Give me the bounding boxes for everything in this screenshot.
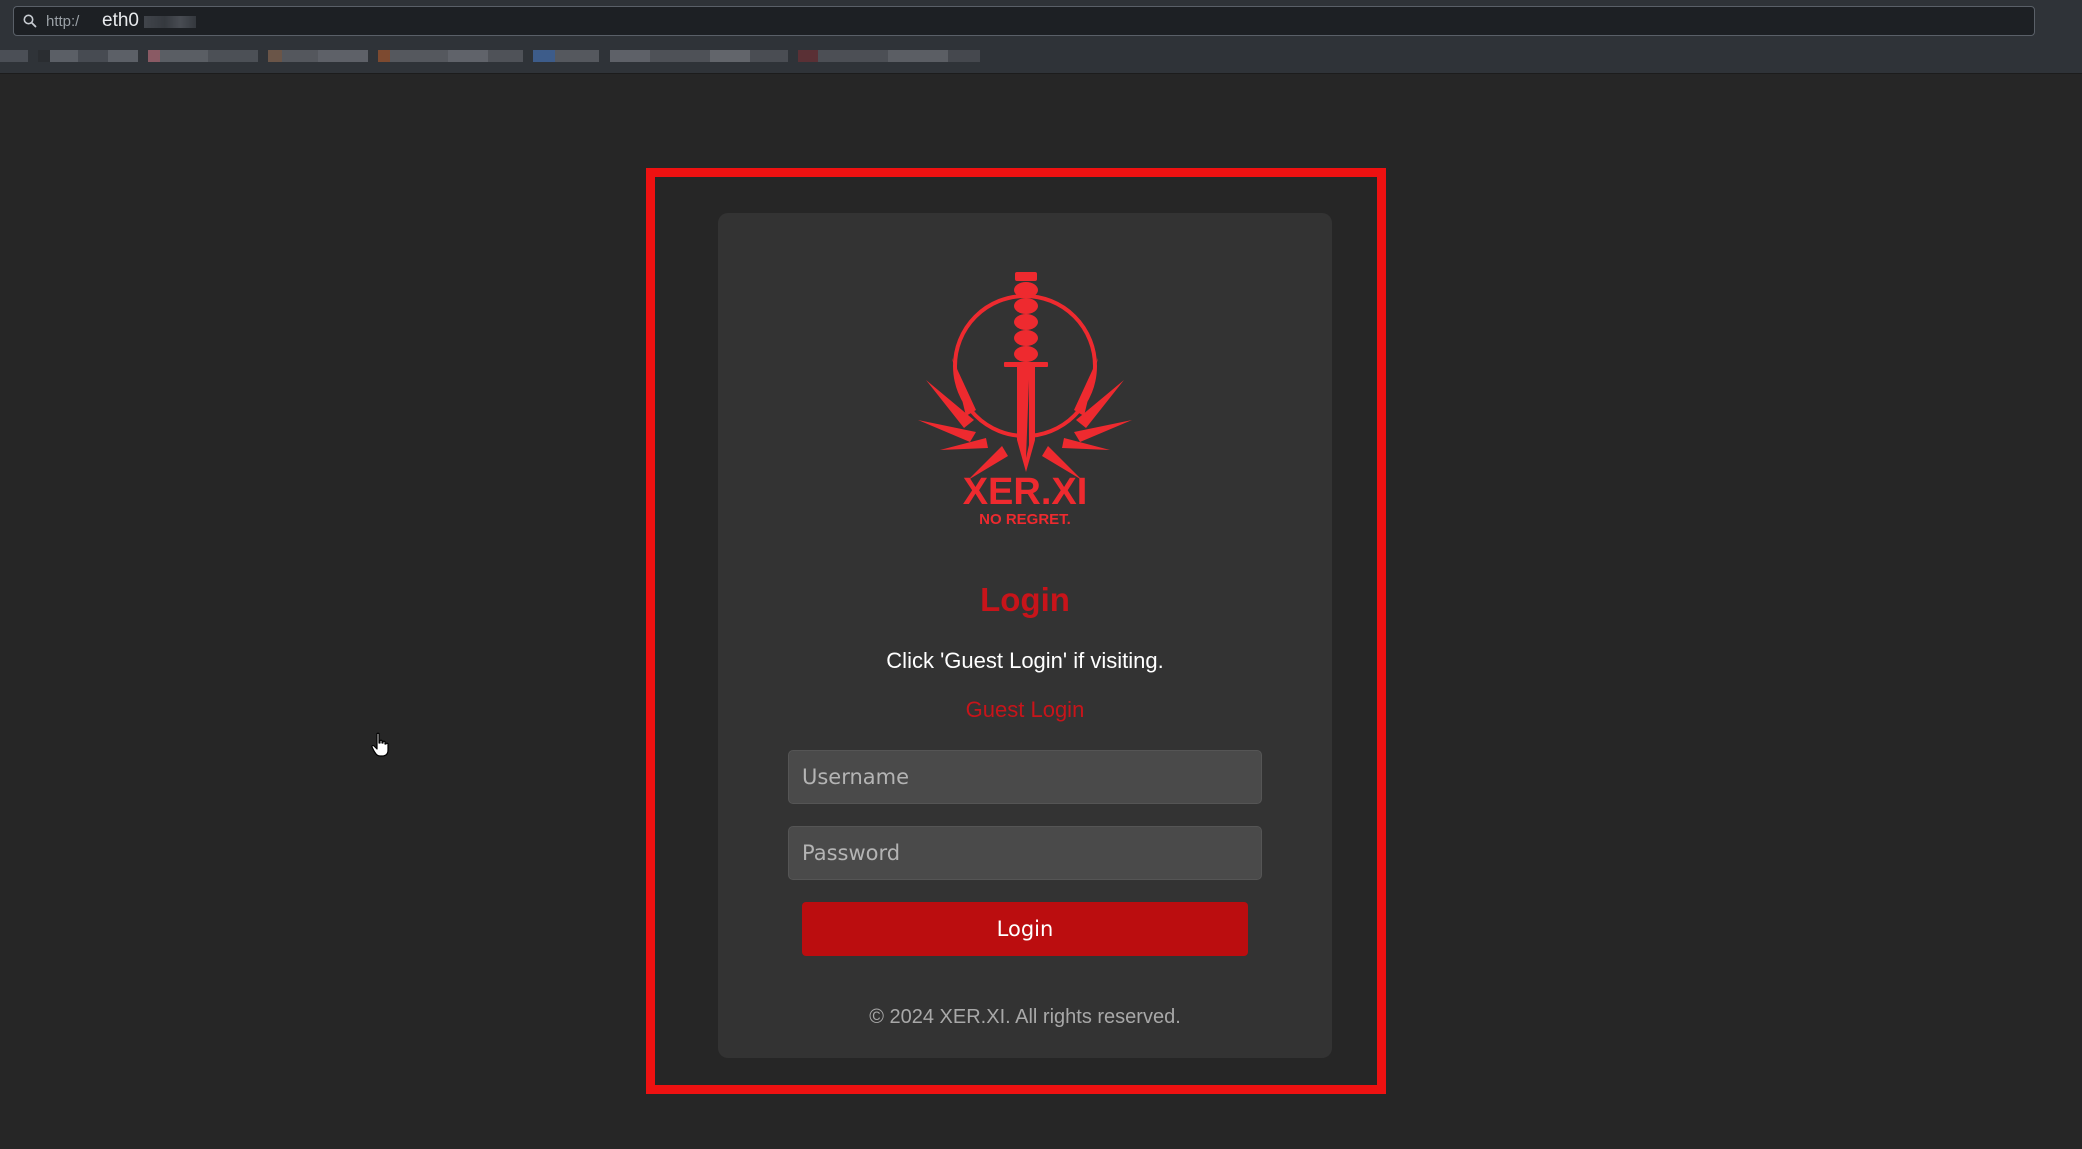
url-scheme: http:/ (46, 13, 80, 30)
password-input[interactable] (788, 826, 1262, 880)
bookmark-redacted[interactable] (38, 50, 138, 62)
bookmarks-bar (0, 48, 1000, 64)
bookmark-redacted[interactable] (148, 50, 258, 62)
hand-pointer-icon (371, 732, 389, 757)
bookmark-redacted[interactable] (378, 50, 523, 62)
login-button[interactable]: Login (802, 902, 1248, 956)
bookmark-redacted[interactable] (610, 50, 788, 62)
login-title: Login (980, 581, 1070, 618)
logo-tagline: NO REGRET. (979, 511, 1071, 528)
search-icon (23, 14, 37, 28)
bookmark-redacted[interactable] (268, 50, 368, 62)
url-host: eth0 (102, 10, 139, 31)
bookmark-redacted[interactable] (0, 50, 28, 62)
copyright-footer: © 2024 XER.XI. All rights reserved. (869, 1006, 1181, 1028)
guest-login-link[interactable]: Guest Login (718, 697, 1332, 723)
address-bar[interactable]: http:/ eth0 (13, 6, 2035, 36)
bookmark-redacted[interactable] (798, 50, 980, 62)
url-redacted-path (144, 16, 196, 28)
login-subtitle: Click 'Guest Login' if visiting. (886, 648, 1164, 673)
username-input[interactable] (788, 750, 1262, 804)
xer-xi-logo: XER.XI NO REGRET. (918, 272, 1132, 528)
bookmark-redacted[interactable] (533, 50, 599, 62)
browser-toolbar: http:/ eth0 (0, 0, 2082, 74)
logo-brand: XER.XI (963, 471, 1088, 513)
